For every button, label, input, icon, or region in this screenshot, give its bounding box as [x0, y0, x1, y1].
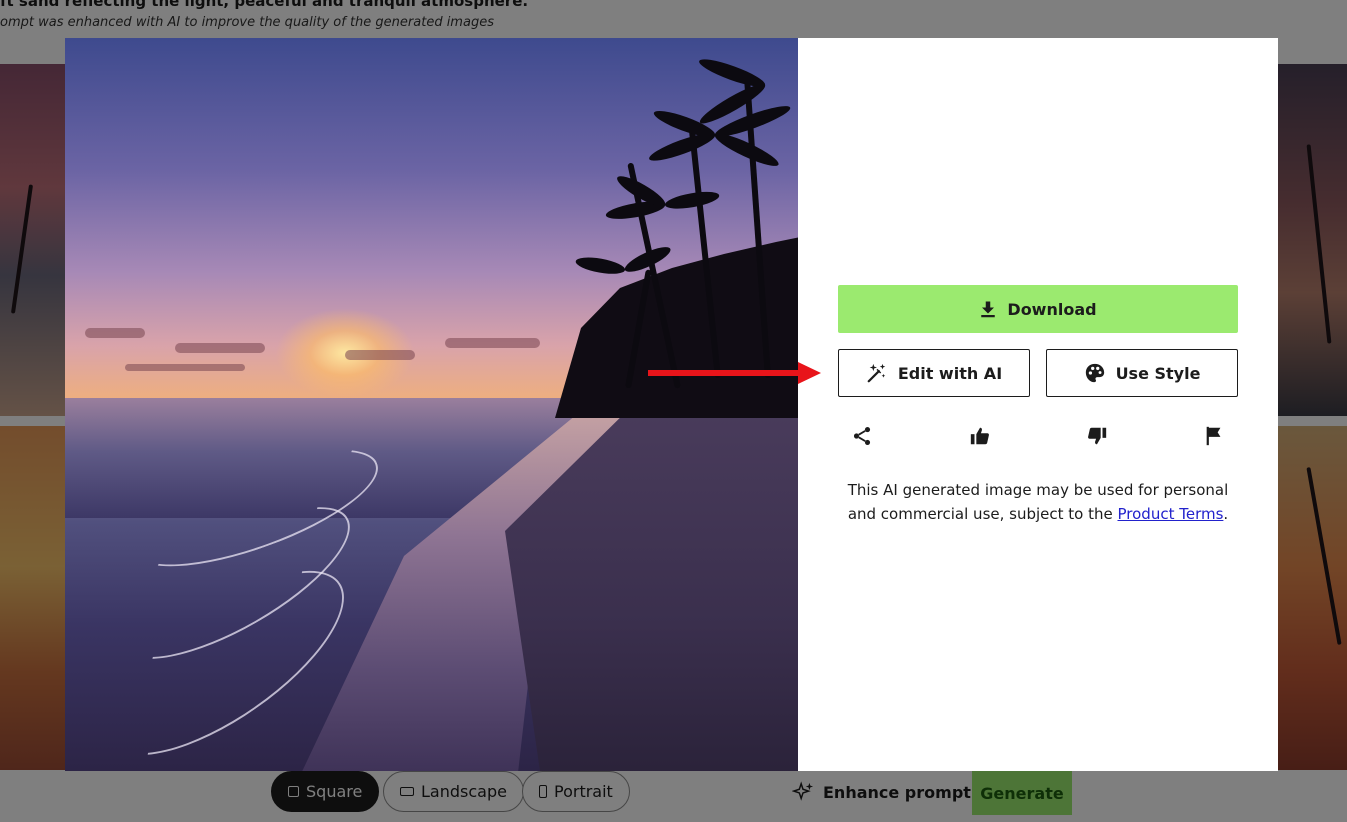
thumbs-up-button[interactable]	[968, 424, 992, 448]
generated-image	[65, 38, 798, 771]
download-label: Download	[1007, 299, 1097, 319]
usage-terms-period: .	[1223, 505, 1229, 523]
palette-icon	[1085, 363, 1104, 383]
magic-wand-icon	[867, 363, 886, 383]
thumbs-down-button[interactable]	[1085, 424, 1109, 448]
use-style-label: Use Style	[1115, 363, 1201, 383]
flag-icon	[1206, 426, 1221, 446]
report-button[interactable]	[1202, 424, 1226, 448]
use-style-button[interactable]: Use Style	[1046, 349, 1238, 397]
usage-terms-text: This AI generated image may be used for …	[838, 478, 1238, 526]
image-actions-panel: Download Edit with AI Use Style This AI …	[798, 38, 1278, 771]
product-terms-link[interactable]: Product Terms	[1118, 505, 1224, 523]
edit-with-ai-label: Edit with AI	[897, 363, 1003, 383]
thumbs-down-icon	[1088, 427, 1107, 445]
edit-with-ai-button[interactable]: Edit with AI	[838, 349, 1030, 397]
thumbs-up-icon	[970, 427, 989, 445]
annotation-arrow	[648, 362, 821, 384]
share-button[interactable]	[850, 424, 874, 448]
download-icon	[981, 301, 996, 318]
share-icon	[853, 427, 871, 445]
image-action-icons	[838, 424, 1238, 448]
image-detail-modal: Download Edit with AI Use Style This AI …	[65, 38, 1278, 771]
download-button[interactable]: Download	[838, 285, 1238, 333]
